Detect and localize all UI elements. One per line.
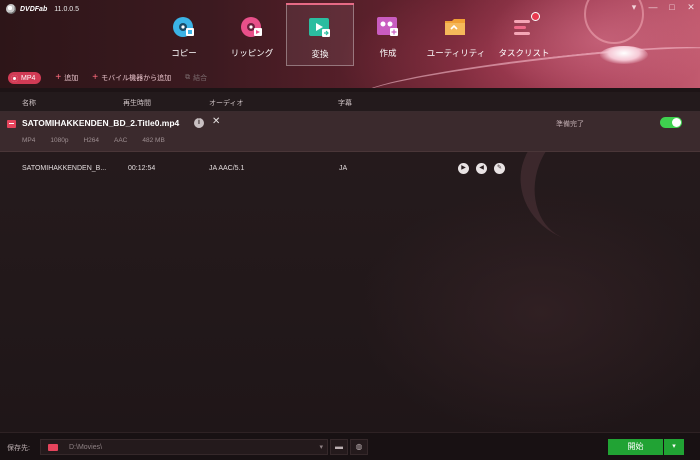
track-subtitle[interactable]: JA [339, 165, 347, 172]
edit-video-icon[interactable]: ✎ [494, 163, 505, 174]
column-name: 名称 [22, 100, 36, 107]
nav-creator[interactable]: 作成 [354, 3, 422, 66]
file-video-icon [7, 120, 16, 128]
converter-icon [307, 16, 333, 40]
output-path-text: D:\Movies\ [69, 444, 103, 451]
nav-converter-label: 変換 [311, 49, 329, 59]
settings-icon[interactable]: ▾ [629, 2, 639, 12]
file-meta: MP4 1080p H264 AAC 482 MB [22, 137, 165, 144]
meta-video-codec: H264 [83, 137, 99, 144]
creator-icon [375, 15, 401, 39]
add-mobile-button[interactable]: + モバイル機器から追加 [92, 73, 171, 83]
logo-text: DVDFab [20, 5, 48, 13]
advanced-settings-icon[interactable]: ◀ [476, 163, 487, 174]
app-logo: DVDFab 11.0.0.5 [6, 4, 79, 14]
status-text: 準備完了 [556, 121, 584, 128]
column-header: 名称 再生時間 オーディオ 字幕 [0, 92, 700, 112]
save-to-label: 保存先: [7, 445, 30, 452]
merge-icon: ⧉ [185, 74, 191, 81]
add-button[interactable]: + 追加 [55, 73, 78, 83]
plus-icon: + [55, 72, 62, 83]
nav-task-list[interactable]: タスクリスト [490, 3, 558, 66]
meta-size: 482 MB [142, 137, 165, 144]
merge-button[interactable]: ⧉ 結合 [185, 73, 207, 83]
nav-converter[interactable]: 変換 [286, 3, 354, 66]
add-label: 追加 [64, 75, 79, 82]
version-label: 11.0.0.5 [54, 5, 80, 13]
nav-copy-label: コピー [171, 48, 197, 58]
plus-icon: + [92, 72, 99, 83]
column-duration: 再生時間 [123, 100, 151, 107]
toolbar: MP4 + 追加 + モバイル機器から追加 ⧉ 結合 [0, 68, 700, 88]
track-duration: 00:12:54 [128, 165, 156, 172]
profile-selector-button[interactable]: MP4 [8, 72, 42, 84]
nav-utility-label: ユーティリティ [426, 48, 486, 58]
footer-bar: 保存先: D:\Movies\ ▾ ▬ ◍ 開始 ▾ [0, 432, 700, 460]
task-list-area: SATOMIHAKKENDEN_BD_2.Title0.mp4 i ✕ MP4 … [0, 112, 700, 432]
meta-format: MP4 [22, 137, 36, 144]
maximize-button[interactable]: □ [667, 2, 677, 12]
meta-resolution: 1080p [50, 137, 69, 144]
nav-task-list-label: タスクリスト [498, 48, 550, 58]
nav-utility[interactable]: ユーティリティ [422, 3, 490, 66]
main-nav: コピー リッピング 変換 作成 ユーティリティ タスクリスト [150, 3, 558, 66]
task-notification-badge [531, 12, 540, 21]
add-mobile-label: モバイル機器から追加 [101, 75, 172, 82]
decorative-planet [600, 46, 648, 64]
title-track-row[interactable]: SATOMIHAKKENDEN_B... 00:12:54 JA AAC/5.1… [0, 162, 700, 176]
nav-ripper[interactable]: リッピング [218, 3, 286, 66]
copy-disc-icon [171, 15, 197, 39]
nav-copy[interactable]: コピー [150, 3, 218, 66]
nav-ripper-label: リッピング [230, 48, 274, 58]
minimize-button[interactable]: — [648, 2, 658, 12]
file-title-row[interactable]: SATOMIHAKKENDEN_BD_2.Title0.mp4 i ✕ MP4 … [0, 112, 700, 152]
ripper-disc-icon [239, 15, 265, 39]
dvdfab-logo-icon [6, 4, 16, 14]
enable-toggle[interactable] [660, 117, 682, 128]
window-controls: ▾ — □ ✕ [629, 2, 696, 12]
browse-folder-icon[interactable]: ▬ [330, 439, 348, 455]
folder-icon [48, 444, 58, 451]
info-icon[interactable]: i [194, 118, 204, 128]
profile-icon [11, 74, 18, 82]
start-button[interactable]: 開始 [608, 439, 663, 455]
meta-audio-codec: AAC [114, 137, 128, 144]
track-name: SATOMIHAKKENDEN_B... [22, 165, 107, 172]
file-title: SATOMIHAKKENDEN_BD_2.Title0.mp4 [22, 118, 180, 128]
play-preview-icon[interactable]: ▶ [458, 163, 469, 174]
utility-folder-icon [443, 15, 469, 39]
track-audio[interactable]: JA AAC/5.1 [209, 165, 244, 172]
merge-label: 結合 [193, 75, 208, 82]
start-options-chevron-icon[interactable]: ▾ [664, 439, 684, 455]
nav-creator-label: 作成 [379, 48, 397, 58]
output-path-field[interactable]: D:\Movies\ ▾ [40, 439, 328, 455]
remove-file-icon[interactable]: ✕ [212, 116, 220, 127]
chevron-down-icon[interactable]: ▾ [319, 443, 323, 451]
globe-icon[interactable]: ◍ [350, 439, 368, 455]
close-window-button[interactable]: ✕ [686, 2, 696, 12]
column-subtitle: 字幕 [338, 100, 352, 107]
column-audio: オーディオ [209, 100, 244, 107]
profile-label: MP4 [21, 74, 36, 82]
